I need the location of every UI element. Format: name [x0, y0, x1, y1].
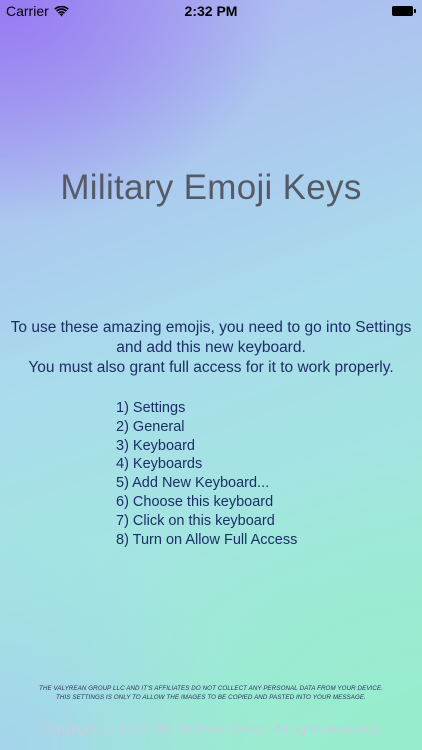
intro-line: You must also grant full access for it t…: [28, 359, 394, 376]
step-item-allow-full-access: 8) Turn on Allow Full Access: [116, 531, 298, 548]
step-item-keyboard: 3) Keyboard: [116, 437, 195, 454]
step-item-settings: 1) Settings: [116, 400, 186, 416]
intro-line: and add this new keyboard.: [116, 339, 306, 356]
step-item-keyboards: 4) Keyboards: [116, 456, 203, 473]
step-item-choose-keyboard: 6) Choose this keyboard: [116, 493, 274, 510]
battery-icon: [392, 6, 416, 16]
copyright-notice: Copyright (c) 2016 The Valyrean Group. A…: [40, 721, 382, 736]
setup-steps-list: 1) Settings 2) General 3) Keyboard 4) Ke…: [116, 399, 297, 549]
step-item-click-keyboard: 7) Click on this keyboard: [116, 512, 275, 529]
intro-text: To use these amazing emojis, you need to…: [6, 318, 416, 378]
step-item-add-new-keyboard: 5) Add New Keyboard...: [116, 475, 270, 492]
step-item-general: 2) General: [116, 418, 185, 435]
status-time: 2:32 PM: [184, 3, 238, 19]
privacy-disclaimer: THE VALYREAN GROUP LLC AND IT'S AFFILIAT…: [0, 684, 422, 702]
intro-line: To use these amazing emojis, you need to…: [10, 319, 412, 336]
disclaimer-line: THIS SETTINGS IS ONLY TO ALLOW THE IMAGE…: [56, 694, 366, 701]
disclaimer-line: THE VALYREAN GROUP LLC AND IT'S AFFILIAT…: [39, 685, 383, 692]
app-title: Military Emoji Keys: [60, 168, 362, 207]
status-bar: Carrier 2:32 PM: [0, 0, 422, 22]
